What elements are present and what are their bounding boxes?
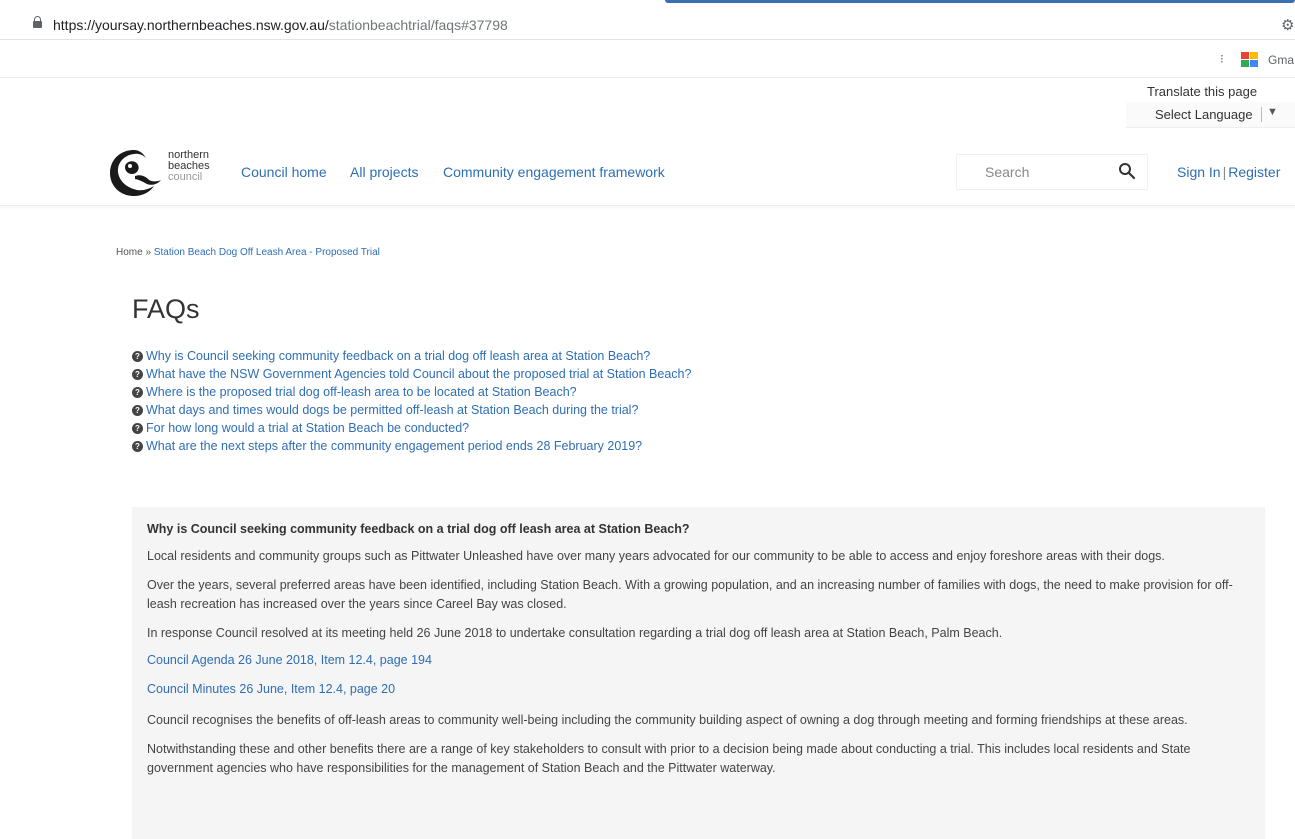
nav-community-engagement-framework[interactable]: Community engagement framework: [443, 164, 665, 180]
bookmarks-bar: [0, 40, 1295, 78]
faq-link[interactable]: What have the NSW Government Agencies to…: [146, 367, 691, 381]
faq-list: ? Why is Council seeking community feedba…: [132, 347, 691, 455]
language-select-label: Select Language: [1155, 107, 1253, 122]
council-minutes-link[interactable]: Council Minutes 26 June, Item 12.4, page…: [147, 682, 1265, 696]
logo-line-3: council: [168, 171, 203, 183]
extension-icon[interactable]: ⚙: [1281, 16, 1294, 34]
faq-link[interactable]: Why is Council seeking community feedbac…: [146, 349, 650, 363]
auth-links: Sign In | Register: [1177, 164, 1280, 180]
list-item: ? What have the NSW Government Agencies t…: [132, 365, 691, 383]
tab-accent: [665, 0, 1295, 3]
question-circle-icon: ?: [132, 368, 143, 380]
faq-answer-panel: Why is Council seeking community feedbac…: [132, 507, 1265, 839]
url-field[interactable]: https://yoursay.northernbeaches.nsw.gov.…: [53, 17, 508, 33]
auth-divider: |: [1222, 164, 1227, 180]
search-input[interactable]: [957, 155, 1117, 189]
select-divider: [1261, 107, 1262, 122]
list-item: ? Why is Council seeking community feedba…: [132, 347, 691, 365]
register-link[interactable]: Register: [1228, 164, 1280, 180]
answer-paragraph: Council recognises the benefits of off-l…: [147, 713, 1188, 727]
faq-link[interactable]: Where is the proposed trial dog off-leas…: [146, 385, 577, 399]
lock-icon: [33, 16, 42, 28]
bookmark-gmail[interactable]: Gma: [1268, 53, 1294, 67]
answer-paragraph: Local residents and community groups suc…: [147, 549, 1165, 563]
nav-all-projects[interactable]: All projects: [350, 164, 418, 180]
breadcrumb-home[interactable]: Home: [116, 247, 143, 258]
url-host: https://yoursay.northernbeaches.nsw.gov.…: [53, 17, 329, 33]
council-logo-icon[interactable]: [105, 146, 163, 200]
page-title: FAQs: [132, 294, 200, 324]
google-apps-icon[interactable]: [1241, 52, 1258, 67]
breadcrumb-separator: »: [145, 247, 152, 258]
nav-council-home[interactable]: Council home: [241, 164, 327, 180]
council-logo-text: northern beaches council: [168, 150, 210, 183]
council-agenda-link[interactable]: Council Agenda 26 June 2018, Item 12.4, …: [147, 653, 1265, 667]
question-circle-icon: ?: [132, 386, 143, 398]
url-path: stationbeachtrial/faqs#37798: [328, 17, 508, 33]
translate-label: Translate this page: [1147, 84, 1258, 99]
list-item: ? What are the next steps after the commu…: [132, 437, 691, 455]
question-circle-icon: ?: [132, 404, 143, 416]
answer-paragraph: Over the years, several preferred areas …: [147, 578, 1233, 611]
kebab-icon[interactable]: ⁝: [1220, 52, 1224, 66]
faq-link[interactable]: What days and times would dogs be permit…: [146, 403, 638, 417]
language-select[interactable]: Select Language ▼: [1126, 102, 1295, 128]
list-item: ? For how long would a trial at Station B…: [132, 419, 691, 437]
dropdown-arrow-icon: ▼: [1267, 106, 1278, 118]
answer-paragraph: Notwithstanding these and other benefits…: [147, 742, 1191, 775]
question-circle-icon: ?: [132, 422, 143, 434]
breadcrumb-current[interactable]: Station Beach Dog Off Leash Area - Propo…: [154, 247, 380, 258]
breadcrumb: Home » Station Beach Dog Off Leash Area …: [116, 247, 380, 258]
question-circle-icon: ?: [132, 350, 143, 362]
answer-heading: Why is Council seeking community feedbac…: [147, 522, 690, 536]
answer-paragraph: In response Council resolved at its meet…: [147, 626, 1003, 640]
faq-link[interactable]: For how long would a trial at Station Be…: [146, 421, 469, 435]
sign-in-link[interactable]: Sign In: [1177, 164, 1221, 180]
list-item: ? Where is the proposed trial dog off-lea…: [132, 383, 691, 401]
question-circle-icon: ?: [132, 440, 143, 452]
search-icon[interactable]: [1118, 162, 1136, 180]
list-item: ? What days and times would dogs be permi…: [132, 401, 691, 419]
faq-link[interactable]: What are the next steps after the commun…: [146, 439, 642, 453]
